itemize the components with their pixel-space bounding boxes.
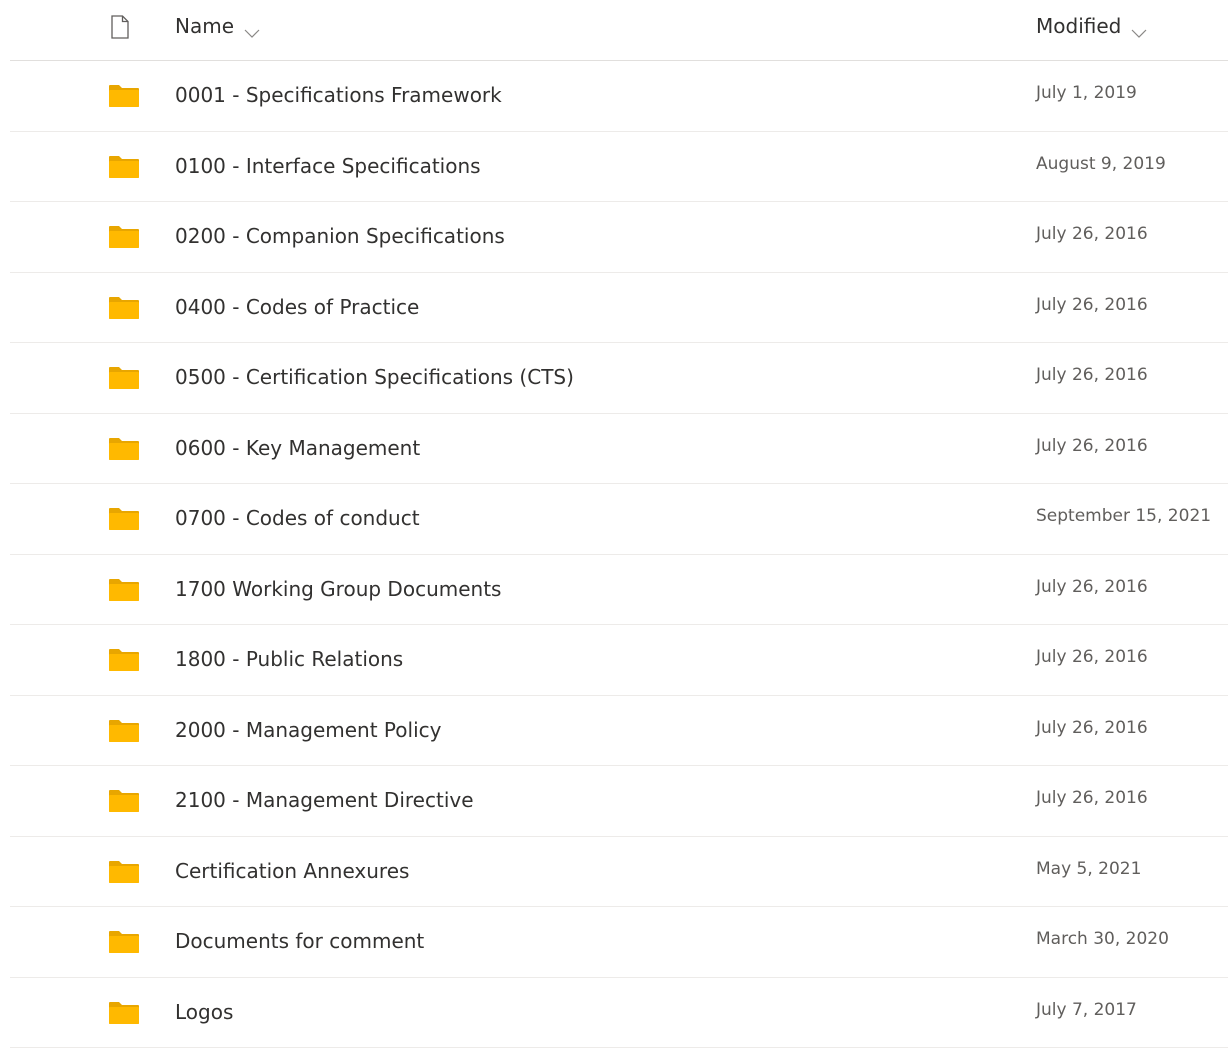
- folder-icon: [108, 578, 140, 602]
- item-modified-date: July 1, 2019: [1036, 83, 1137, 103]
- list-item[interactable]: 0500 - Certification Specifications (CTS…: [10, 343, 1228, 414]
- item-name[interactable]: 2100 - Management Directive: [175, 788, 474, 812]
- document-icon[interactable]: [110, 15, 130, 39]
- item-name[interactable]: Certification Annexures: [175, 859, 409, 883]
- list-item[interactable]: Certification Annexures May 5, 2021: [10, 837, 1228, 908]
- item-modified-date: July 26, 2016: [1036, 224, 1148, 244]
- list-item[interactable]: 0700 - Codes of conduct September 15, 202…: [10, 484, 1228, 555]
- item-modified-date: July 26, 2016: [1036, 436, 1148, 456]
- item-modified-date: July 26, 2016: [1036, 788, 1148, 808]
- item-modified-date: September 15, 2021: [1036, 506, 1211, 526]
- folder-icon: [108, 930, 140, 954]
- item-name[interactable]: 2000 - Management Policy: [175, 718, 441, 742]
- item-name[interactable]: 0001 - Specifications Framework: [175, 83, 502, 107]
- modified-column-label: Modified: [1036, 14, 1121, 38]
- item-modified-date: July 26, 2016: [1036, 365, 1148, 385]
- item-name[interactable]: 0500 - Certification Specifications (CTS…: [175, 365, 574, 389]
- item-name[interactable]: 0700 - Codes of conduct: [175, 506, 420, 530]
- list-item[interactable]: 2000 - Management Policy July 26, 2016: [10, 696, 1228, 767]
- column-header-row: Name Modified: [10, 0, 1228, 61]
- list-item[interactable]: 0400 - Codes of Practice July 26, 2016: [10, 273, 1228, 344]
- item-modified-date: May 5, 2021: [1036, 859, 1141, 879]
- file-rows: 0001 - Specifications Framework July 1, 2…: [10, 61, 1228, 1048]
- folder-icon: [108, 437, 140, 461]
- item-modified-date: July 26, 2016: [1036, 577, 1148, 597]
- name-column-label: Name: [175, 14, 234, 38]
- item-modified-date: July 26, 2016: [1036, 295, 1148, 315]
- chevron-down-icon: [1131, 20, 1147, 32]
- list-item[interactable]: 1700 Working Group Documents July 26, 201…: [10, 555, 1228, 626]
- list-item[interactable]: 1800 - Public Relations July 26, 2016: [10, 625, 1228, 696]
- folder-icon: [108, 225, 140, 249]
- folder-icon: [108, 860, 140, 884]
- list-item[interactable]: 0600 - Key Management July 26, 2016: [10, 414, 1228, 485]
- item-name[interactable]: 0200 - Companion Specifications: [175, 224, 505, 248]
- folder-icon: [108, 789, 140, 813]
- item-name[interactable]: 0100 - Interface Specifications: [175, 154, 481, 178]
- item-name[interactable]: 1700 Working Group Documents: [175, 577, 501, 601]
- item-modified-date: July 7, 2017: [1036, 1000, 1137, 1020]
- file-list: Name Modified 0001 - Specifications Fram…: [0, 0, 1228, 1045]
- list-item[interactable]: Logos July 7, 2017: [10, 978, 1228, 1048]
- folder-icon: [108, 296, 140, 320]
- folder-icon: [108, 155, 140, 179]
- folder-icon: [108, 366, 140, 390]
- folder-icon: [108, 507, 140, 531]
- folder-icon: [108, 84, 140, 108]
- name-column-header[interactable]: Name: [175, 14, 260, 38]
- folder-icon: [108, 719, 140, 743]
- item-name[interactable]: 0400 - Codes of Practice: [175, 295, 419, 319]
- chevron-down-icon: [244, 20, 260, 32]
- item-name[interactable]: 0600 - Key Management: [175, 436, 420, 460]
- list-item[interactable]: 2100 - Management Directive July 26, 2016: [10, 766, 1228, 837]
- item-modified-date: August 9, 2019: [1036, 154, 1166, 174]
- list-item[interactable]: 0200 - Companion Specifications July 26, …: [10, 202, 1228, 273]
- item-modified-date: March 30, 2020: [1036, 929, 1169, 949]
- list-item[interactable]: Documents for comment March 30, 2020: [10, 907, 1228, 978]
- folder-icon: [108, 1001, 140, 1025]
- list-item[interactable]: 0001 - Specifications Framework July 1, 2…: [10, 61, 1228, 132]
- item-modified-date: July 26, 2016: [1036, 718, 1148, 738]
- folder-icon: [108, 648, 140, 672]
- modified-column-header[interactable]: Modified: [1036, 14, 1147, 38]
- list-item[interactable]: 0100 - Interface Specifications August 9,…: [10, 132, 1228, 203]
- item-name[interactable]: Logos: [175, 1000, 233, 1024]
- item-modified-date: July 26, 2016: [1036, 647, 1148, 667]
- item-name[interactable]: 1800 - Public Relations: [175, 647, 403, 671]
- item-name[interactable]: Documents for comment: [175, 929, 424, 953]
